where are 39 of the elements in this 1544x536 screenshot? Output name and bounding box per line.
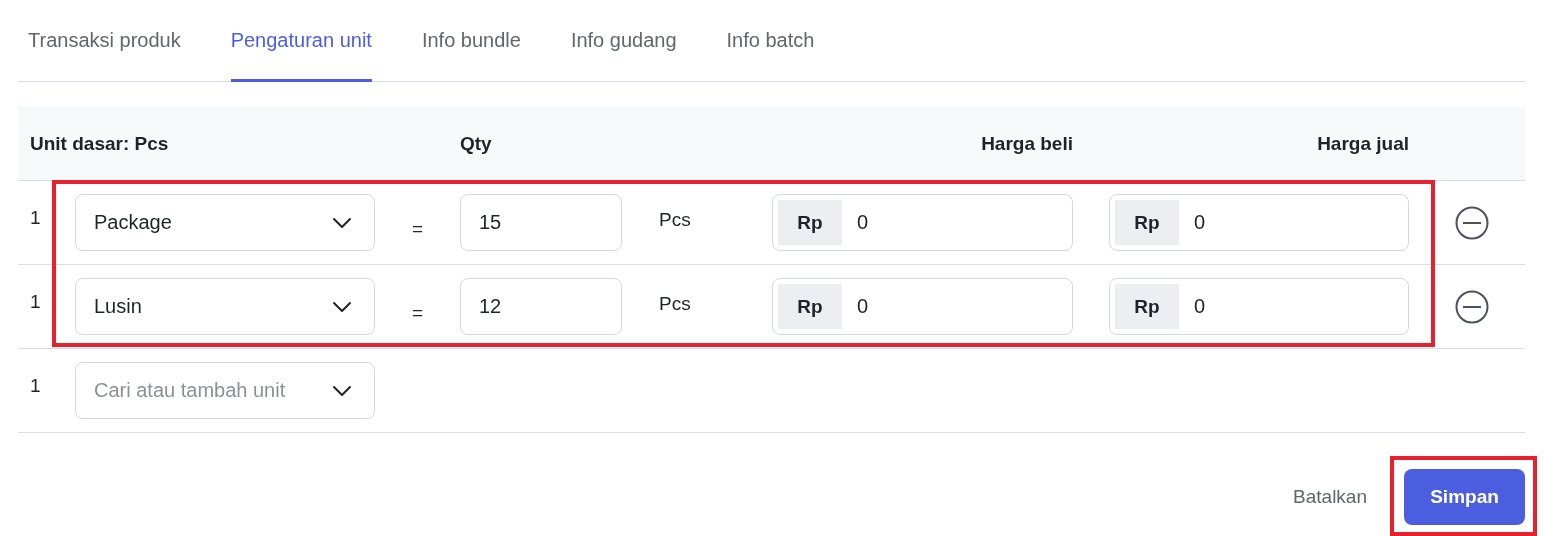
unit-select[interactable]: Package bbox=[75, 194, 375, 251]
column-header: Qty bbox=[460, 132, 492, 155]
row-number: 1 bbox=[30, 206, 41, 229]
row-number: 1 bbox=[30, 374, 41, 397]
chevron-down-icon bbox=[332, 216, 352, 229]
chevron-down-icon bbox=[332, 300, 352, 313]
price-field[interactable]: Rp 0 bbox=[1109, 278, 1409, 335]
equals-sign: = bbox=[411, 301, 424, 324]
currency-prefix: Rp bbox=[778, 284, 842, 329]
price-input[interactable]: 0 bbox=[1179, 210, 1396, 235]
tab[interactable]: Info bundle bbox=[421, 0, 521, 82]
tab[interactable]: Info gudang bbox=[570, 0, 677, 82]
remove-icon[interactable] bbox=[1455, 289, 1489, 324]
equals-sign: = bbox=[411, 217, 424, 240]
currency-prefix: Rp bbox=[778, 200, 842, 245]
price-field[interactable]: Rp 0 bbox=[1109, 194, 1409, 251]
price-input[interactable]: 0 bbox=[842, 210, 1059, 235]
qty-field[interactable]: 15 bbox=[460, 194, 622, 251]
currency-prefix: Rp bbox=[1115, 284, 1179, 329]
column-header: Harga jual bbox=[1317, 132, 1409, 155]
cancel-button[interactable]: Batalkan bbox=[1293, 486, 1367, 508]
tab[interactable]: Pengaturan unit bbox=[230, 0, 372, 82]
currency-prefix: Rp bbox=[1115, 200, 1179, 245]
save-button[interactable]: Simpan bbox=[1404, 469, 1525, 525]
price-input[interactable]: 0 bbox=[842, 294, 1059, 319]
remove-icon[interactable] bbox=[1455, 205, 1489, 240]
unit-select[interactable]: Lusin bbox=[75, 278, 375, 335]
price-field[interactable]: Rp 0 bbox=[772, 278, 1073, 335]
tab[interactable]: Info batch bbox=[726, 0, 815, 82]
chevron-down-icon bbox=[332, 384, 352, 397]
price-input[interactable]: 0 bbox=[1179, 294, 1396, 319]
qty-field[interactable]: 12 bbox=[460, 278, 622, 335]
column-header: Unit dasar: Pcs bbox=[30, 132, 169, 155]
tab[interactable]: Transaksi produk bbox=[28, 0, 181, 82]
price-field[interactable]: Rp 0 bbox=[772, 194, 1073, 251]
base-unit: Pcs bbox=[659, 208, 691, 231]
row-number: 1 bbox=[30, 290, 41, 313]
column-header: Harga beli bbox=[981, 132, 1073, 155]
base-unit: Pcs bbox=[659, 292, 691, 315]
